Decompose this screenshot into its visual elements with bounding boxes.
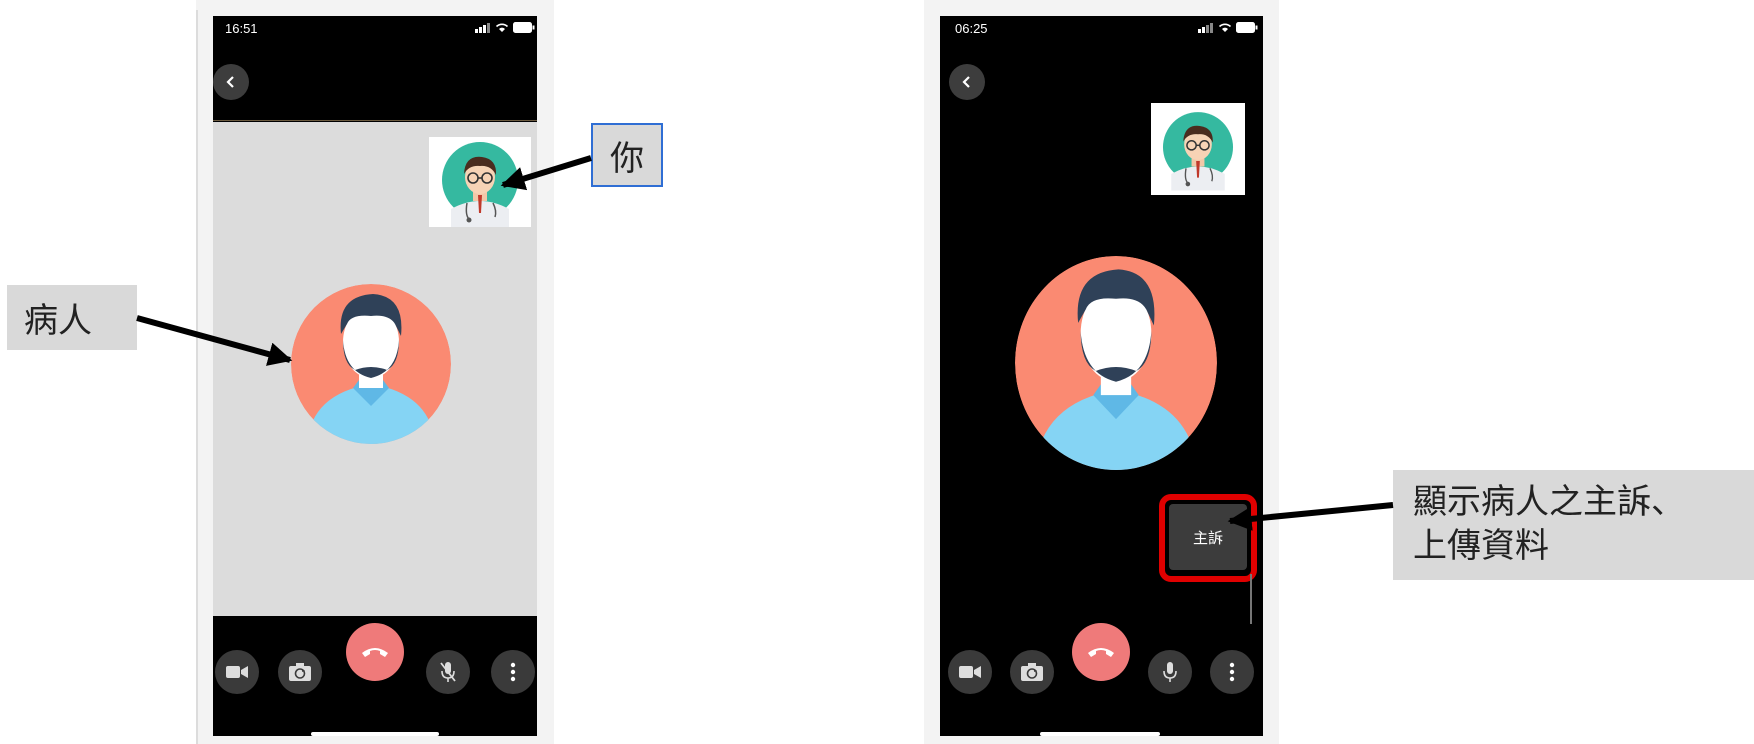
complaint-arrow: [1227, 502, 1394, 531]
annotation-arrows: [136, 155, 1394, 531]
patient-arrow: [136, 315, 293, 366]
you-arrow: [500, 155, 592, 191]
